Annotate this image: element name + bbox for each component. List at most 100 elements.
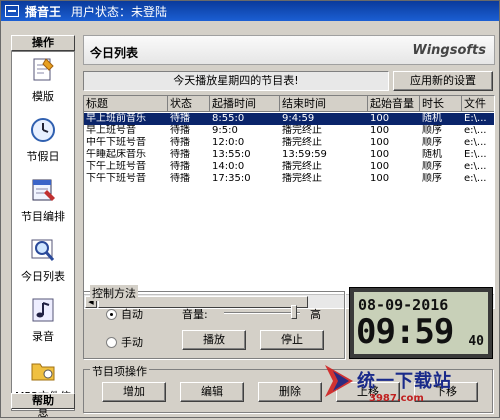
table-cell-end: 播完终止 [282,173,322,184]
clock-icon [31,118,55,142]
item-ops-group-label: 节目项操作 [90,363,149,379]
table-row[interactable]: 下午上班号音 待播 14:0:0 播完终止 100 顺序 e:\... [84,161,494,173]
table-cell-file: E:\... [464,113,487,124]
title-bar: 播音王 用户状态：未登陆 [1,1,499,21]
auto-radio[interactable]: 自动 [106,306,143,322]
table-cell-volume: 100 [370,113,390,124]
table-cell-volume: 100 [370,125,390,136]
table-cell-duration: 随机 [422,149,442,160]
sidebar-item-schedule[interactable]: 节目编排 [12,172,74,232]
table-cell-start: 13:55:0 [212,149,251,160]
table-row[interactable]: 午睡起床音乐 待播 13:55:0 13:59:59 100 随机 E:\... [84,149,494,161]
sidebar-item-today-list[interactable]: 今日列表 [12,232,74,292]
sidebar-item-label: 今日列表 [21,270,65,283]
control-group-label: 控制方法 [90,285,138,301]
sidebar-item-holiday[interactable]: 节假日 [12,112,74,172]
table-row[interactable]: 下午下班号音 待播 17:35:0 播完终止 100 顺序 e:\... [84,173,494,185]
watermark-text: 统一下载站 [357,371,452,392]
panel-header: 今日列表 Wingsofts [83,35,495,65]
table-cell-volume: 100 [370,173,390,184]
edit-button[interactable]: 编辑 [180,382,244,402]
table-cell-file: e:\... [464,161,487,172]
sidebar-item-label: 录音 [32,330,54,343]
table-row[interactable]: 早上班前音乐 待播 8:55:0 9:4:59 100 随机 E:\... [84,113,494,125]
radio-checked-icon [106,308,117,320]
table-cell-start: 8:55:0 [212,113,245,124]
apply-settings-button[interactable]: 应用新的设置 [393,71,493,91]
play-button[interactable]: 播放 [182,330,246,350]
column-header-title[interactable]: 标题 [84,96,168,112]
table-cell-volume: 100 [370,149,390,160]
table-cell-title: 下午上班号音 [86,161,146,172]
table-cell-duration: 顺序 [422,137,442,148]
sidebar: 操作 模版 节假日 节目编排 今日列表 录音 息 帮助 [5,33,79,419]
add-button[interactable]: 增加 [102,382,166,402]
brand-logo: Wingsofts [412,43,486,58]
table-cell-file: E:\... [464,149,487,160]
user-status: 用户状态：未登陆 [71,4,168,19]
auto-label: 自动 [121,308,143,321]
app-title: 播音王 [25,4,62,19]
sidebar-item-template[interactable]: 模版 [12,52,74,112]
table-cell-file: e:\... [464,137,487,148]
table-cell-duration: 顺序 [422,161,442,172]
table-cell-volume: 100 [370,137,390,148]
control-group: 控制方法 自动 手动 音量: 高 播放 停止 [83,285,345,359]
table-cell-end: 13:59:59 [282,149,327,160]
help-button[interactable]: 帮助 [11,393,75,409]
table-cell-status: 待播 [170,113,190,124]
app-menu-icon[interactable] [5,5,19,17]
template-icon [33,58,54,81]
radio-empty-icon [106,336,117,348]
table-cell-file: e:\... [464,173,487,184]
manual-radio[interactable]: 手动 [106,334,143,350]
volume-thumb[interactable] [290,305,297,319]
sidebar-item-record[interactable]: 录音 [12,292,74,352]
table-row[interactable]: 中午下班号音 待播 12:0:0 播完终止 100 顺序 e:\... [84,137,494,149]
magnifier-list-icon [31,239,55,261]
table-row[interactable]: 早上班号音 待播 9:5:0 播完终止 100 顺序 e:\... [84,125,494,137]
table-cell-start: 12:0:0 [212,137,245,148]
table-cell-duration: 顺序 [422,173,442,184]
watermark-url: 3987.com [369,393,424,404]
table-cell-status: 待播 [170,125,190,136]
table-cell-status: 待播 [170,173,190,184]
watermark-logo-icon [325,365,353,397]
table-cell-status: 待播 [170,161,190,172]
volume-slider[interactable] [224,305,300,319]
table-cell-end: 播完终止 [282,161,322,172]
page-title: 今日列表 [90,46,139,60]
column-header-end[interactable]: 结束时间 [280,96,368,112]
watermark: 统一下载站 3987.com [323,357,493,413]
column-header-duration[interactable]: 时长 [420,96,462,112]
sidebar-item-label: 节目编排 [21,210,65,223]
table-cell-title: 早上班前音乐 [86,113,146,124]
table-cell-end: 播完终止 [282,125,322,136]
column-header-volume[interactable]: 起始音量 [368,96,420,112]
column-header-file[interactable]: 文件 [462,96,494,112]
stop-button[interactable]: 停止 [260,330,324,350]
schedule-icon [32,179,55,201]
manual-label: 手动 [121,336,143,349]
table-cell-title: 下午下班号音 [86,173,146,184]
column-header-status[interactable]: 状态 [168,96,210,112]
table-cell-file: e:\... [464,125,487,136]
folder-icon [31,363,55,381]
table-cell-title: 午睡起床音乐 [86,149,146,160]
volume-high-label: 高 [310,308,321,321]
table-cell-duration: 随机 [422,113,442,124]
music-note-icon [32,298,54,322]
volume-label: 音量: [182,308,208,321]
table-cell-status: 待播 [170,137,190,148]
sidebar-item-label: 节假日 [26,150,60,163]
table-cell-end: 播完终止 [282,137,322,148]
column-header-start[interactable]: 起播时间 [210,96,280,112]
delete-button[interactable]: 删除 [258,382,322,402]
table-cell-end: 9:4:59 [282,113,315,124]
nav-list: 模版 节假日 节目编排 今日列表 录音 MP3文件信息 [11,51,75,419]
program-list[interactable]: 标题 状态 起播时间 结束时间 起始音量 时长 文件 早上班前音乐 待播 8:55:… [83,95,495,309]
table-cell-start: 9:5:0 [212,125,238,136]
table-cell-duration: 顺序 [422,125,442,136]
sidebar-item-label: 模版 [32,90,54,103]
operation-button[interactable]: 操作 [11,35,75,51]
